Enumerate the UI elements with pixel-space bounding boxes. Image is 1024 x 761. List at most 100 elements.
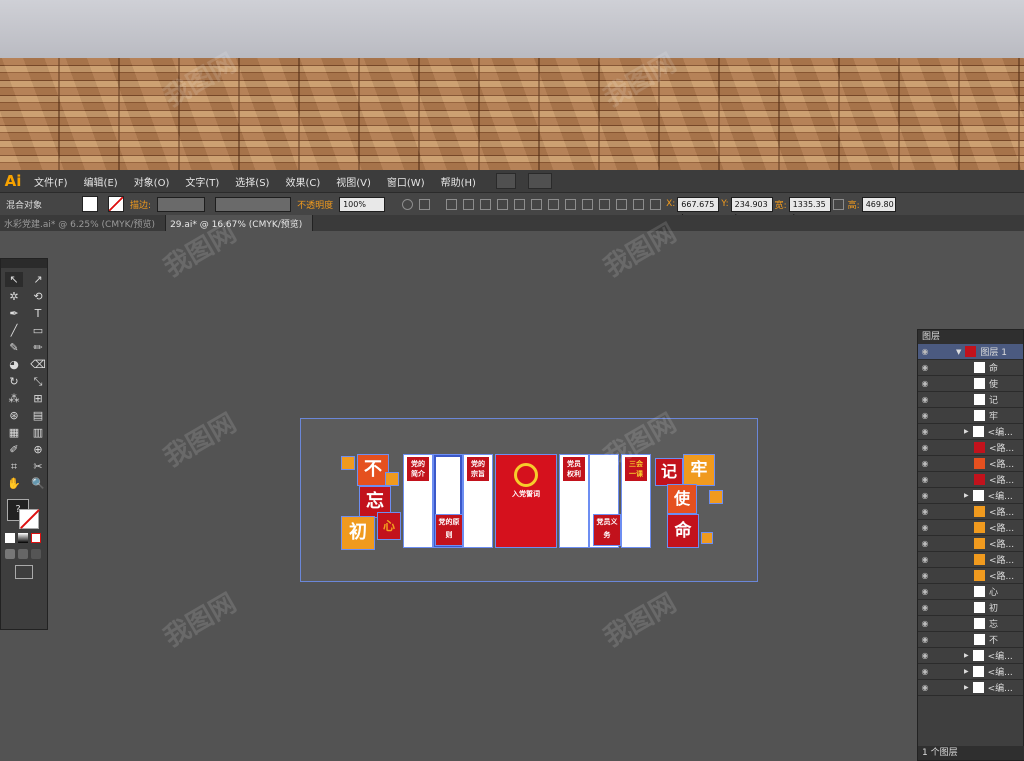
char-tile[interactable]: 命 [667,514,699,548]
visibility-icon[interactable]: ◉ [918,459,932,468]
visibility-icon[interactable]: ◉ [918,427,932,436]
tool-icon[interactable]: ▥ [29,425,47,440]
visibility-icon[interactable]: ◉ [918,475,932,484]
gradient-mode-icon[interactable] [18,533,28,543]
draw-inside-icon[interactable] [31,549,41,559]
visibility-icon[interactable]: ◉ [918,619,932,628]
distribute-hcenter-icon[interactable] [616,198,628,210]
expand-icon[interactable]: ▶ [964,492,969,499]
sublayer-row[interactable]: ◉ <路... [918,504,1023,520]
visibility-icon[interactable]: ◉ [918,603,932,612]
opacity-field[interactable]: 100% [339,196,386,212]
layers-tab[interactable]: 图层 [918,330,1023,344]
sublayer-row[interactable]: ◉ <路... [918,440,1023,456]
visibility-icon[interactable]: ◉ [918,667,932,676]
sublayer-row[interactable]: ◉ <路... [918,552,1023,568]
variable-width-field[interactable] [215,196,292,212]
expand-icon[interactable]: ▶ [964,684,969,691]
sublayer-row[interactable]: ◉ 使 [918,376,1023,392]
tool-icon[interactable]: ✂ [29,459,47,474]
menu-window[interactable]: 窗口(W) [379,174,433,189]
tab-document-1[interactable]: 水彩党建.ai* @ 6.25% (CMYK/预览) [0,215,167,231]
layer-row[interactable]: ◉ ▼ 图层 1 [918,344,1023,360]
tool-icon[interactable]: ⌗ [5,459,23,474]
tools-panel-header[interactable] [1,259,47,268]
char-tile[interactable]: 初 [341,516,375,550]
sublayer-row[interactable]: ◉ <路... [918,472,1023,488]
tool-icon[interactable]: T [29,306,47,321]
fill-stroke-widget[interactable]: ? [7,499,43,529]
expand-icon[interactable]: ▼ [956,348,961,356]
sublayer-row[interactable]: ◉ 心 [918,584,1023,600]
visibility-icon[interactable]: ◉ [918,395,932,404]
draw-normal-icon[interactable] [5,549,15,559]
menu-object[interactable]: 对象(O) [126,174,178,189]
sublayer-row[interactable]: ◉ <路... [918,456,1023,472]
board-1[interactable]: 党的简介 [403,454,433,548]
expand-icon[interactable]: ▶ [964,428,969,435]
stroke-indicator[interactable] [19,509,40,529]
width-field[interactable]: 1335.35 I [788,196,831,222]
distribute-top-icon[interactable] [548,198,560,210]
stroke-swatch[interactable] [108,196,125,212]
tab-document-2[interactable]: 29.ai* @ 16.67% (CMYK/预览) [166,215,314,231]
sublayer-row[interactable]: ◉ ▶ <编... [918,664,1023,680]
tool-icon[interactable]: ◕ [5,357,23,372]
y-field[interactable]: 234.903 I [730,196,773,222]
board-5[interactable]: 党员权利 [559,454,589,548]
align-left-icon[interactable] [446,198,458,210]
visibility-icon[interactable]: ◉ [918,491,932,500]
x-field[interactable]: 667.675 I [677,196,720,222]
align-vcenter-icon[interactable] [514,198,526,210]
sublayer-row[interactable]: ◉ ▶ <编... [918,680,1023,696]
link-icon[interactable] [832,198,844,210]
char-tile[interactable]: 心 [377,512,401,540]
tool-icon[interactable]: ↗ [29,272,47,287]
menu-effect[interactable]: 效果(C) [277,174,328,189]
tool-icon[interactable]: ╱ [5,323,23,338]
char-tile[interactable]: 记 [655,458,683,486]
sublayer-row[interactable]: ◉ 命 [918,360,1023,376]
visibility-icon[interactable]: ◉ [918,363,932,372]
tool-icon[interactable]: ⊕ [29,442,47,457]
sublayer-row[interactable]: ◉ 初 [918,600,1023,616]
height-field[interactable]: 469.80 [861,196,896,212]
visibility-icon[interactable]: ◉ [918,587,932,596]
align-hcenter-icon[interactable] [463,198,475,210]
menu-edit[interactable]: 编辑(E) [76,174,126,189]
align-bottom-icon[interactable] [531,198,543,210]
none-mode-icon[interactable] [31,533,41,543]
menu-type[interactable]: 文字(T) [177,174,227,189]
tool-icon[interactable]: ✎ [5,340,23,355]
align-right-icon[interactable] [480,198,492,210]
align-to-icon[interactable] [419,198,431,210]
visibility-icon[interactable]: ◉ [918,411,932,420]
menu-select[interactable]: 选择(S) [227,174,277,189]
sublayer-row[interactable]: ◉ 牢 [918,408,1023,424]
menu-file[interactable]: 文件(F) [26,174,76,189]
sublayer-row[interactable]: ◉ <路... [918,536,1023,552]
tool-icon[interactable]: ✲ [5,289,23,304]
visibility-icon[interactable]: ◉ [918,507,932,516]
char-tile[interactable]: 使 [667,484,697,514]
distribute-bottom-icon[interactable] [582,198,594,210]
bridge-button[interactable] [495,173,516,189]
char-tile[interactable]: 不 [357,454,389,486]
tool-icon[interactable]: ↖ [5,272,23,287]
menu-view[interactable]: 视图(V) [328,174,379,189]
sublayer-row[interactable]: ◉ 记 [918,392,1023,408]
tool-icon[interactable]: ✐ [5,442,23,457]
visibility-icon[interactable]: ◉ [918,635,932,644]
tool-icon[interactable]: ✒ [5,306,23,321]
expand-icon[interactable]: ▶ [964,652,969,659]
tool-icon[interactable]: ⌫ [29,357,47,372]
visibility-icon[interactable]: ◉ [918,651,932,660]
transform-icon[interactable] [650,198,662,210]
tool-icon[interactable]: 🔍 [29,476,47,491]
tool-icon[interactable]: ▤ [29,408,47,423]
tool-icon[interactable]: ▦ [5,425,23,440]
sublayer-row[interactable]: ◉ 忘 [918,616,1023,632]
stroke-weight-field[interactable] [157,196,206,212]
sublayer-row[interactable]: ◉ <路... [918,568,1023,584]
expand-icon[interactable]: ▶ [964,668,969,675]
